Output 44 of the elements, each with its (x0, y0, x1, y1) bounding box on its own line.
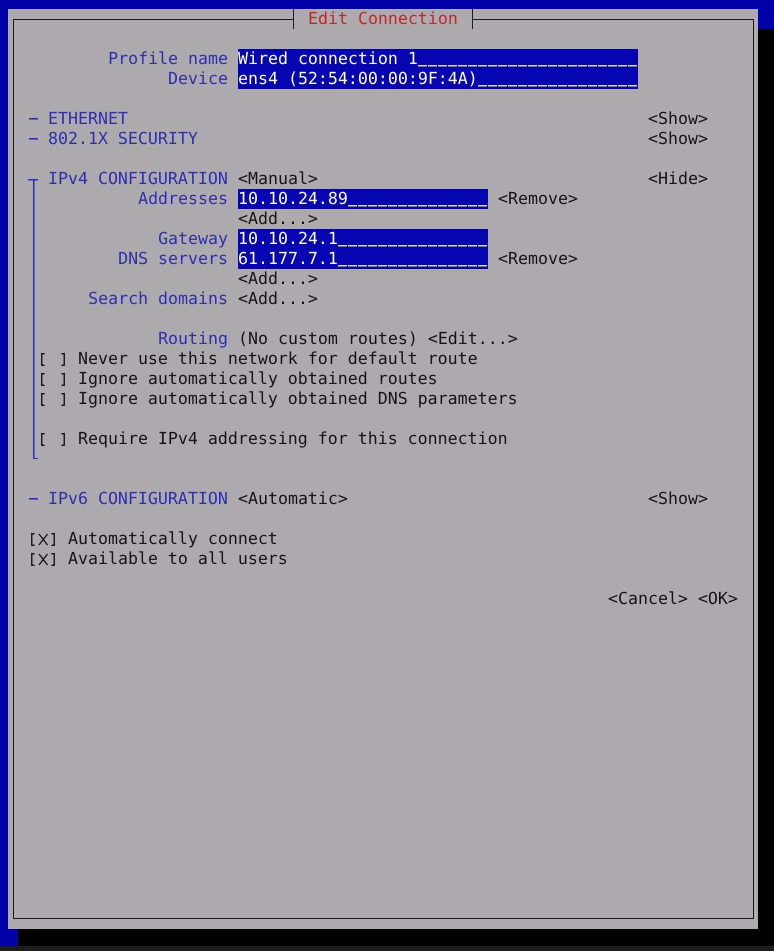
remove-button[interactable]: <Remove> (498, 249, 578, 269)
edit-button[interactable]: <Edit...> (428, 329, 518, 349)
checkbox[interactable] (41, 433, 65, 446)
window-title: Edit Connection (293, 9, 473, 29)
checkbox-label: Never use this network for default route (78, 349, 478, 369)
checkbox-label: Automatically connect (68, 529, 278, 549)
mode-button[interactable]: <Manual> (238, 169, 318, 189)
add-button[interactable]: <Add...> (238, 209, 318, 229)
field-label: Gateway (158, 229, 228, 249)
text-field[interactable]: Wired connection 1 (238, 49, 638, 69)
field-label: Routing (158, 329, 228, 349)
field-label: Search domains (88, 289, 228, 309)
add-button[interactable]: <Add...> (238, 289, 318, 309)
text-field[interactable]: 10.10.24.89 (238, 189, 488, 209)
field-label: Device (168, 69, 228, 89)
checkbox[interactable] (41, 353, 65, 366)
text-field[interactable]: 10.10.24.1 (238, 229, 488, 249)
section-title: ETHERNET (48, 109, 128, 129)
checkbox-label: Available to all users (68, 549, 288, 569)
dialog-button[interactable]: <Cancel> (608, 589, 688, 609)
checkbox-label: Require IPv4 addressing for this connection (78, 429, 508, 449)
checkbox-label: Ignore automatically obtained DNS parameters (78, 389, 518, 409)
checkbox[interactable] (31, 553, 55, 566)
toggle-button[interactable]: <Show> (648, 489, 708, 509)
section-title: IPv4 CONFIGURATION (48, 169, 228, 189)
toggle-button[interactable]: <Hide> (648, 169, 708, 189)
section-title: IPv6 CONFIGURATION (48, 489, 228, 509)
checkbox[interactable] (41, 373, 65, 386)
remove-button[interactable]: <Remove> (498, 189, 578, 209)
toggle-button[interactable]: <Show> (648, 109, 708, 129)
text-field[interactable]: 61.177.7.1 (238, 249, 488, 269)
field-label: DNS servers (118, 249, 228, 269)
field-label: Addresses (138, 189, 228, 209)
text-field[interactable]: ens4 (52:54:00:00:9F:4A) (238, 69, 638, 89)
dialog-button[interactable]: <OK> (698, 589, 738, 609)
checkbox-label: Ignore automatically obtained routes (78, 369, 438, 389)
toggle-button[interactable]: <Show> (648, 129, 708, 149)
section-title: 802.1X SECURITY (48, 129, 198, 149)
checkbox[interactable] (31, 533, 55, 546)
routing-status: (No custom routes) (238, 329, 418, 349)
mode-button[interactable]: <Automatic> (238, 489, 348, 509)
add-button[interactable]: <Add...> (238, 269, 318, 289)
checkbox[interactable] (41, 393, 65, 406)
field-label: Profile name (108, 49, 228, 69)
